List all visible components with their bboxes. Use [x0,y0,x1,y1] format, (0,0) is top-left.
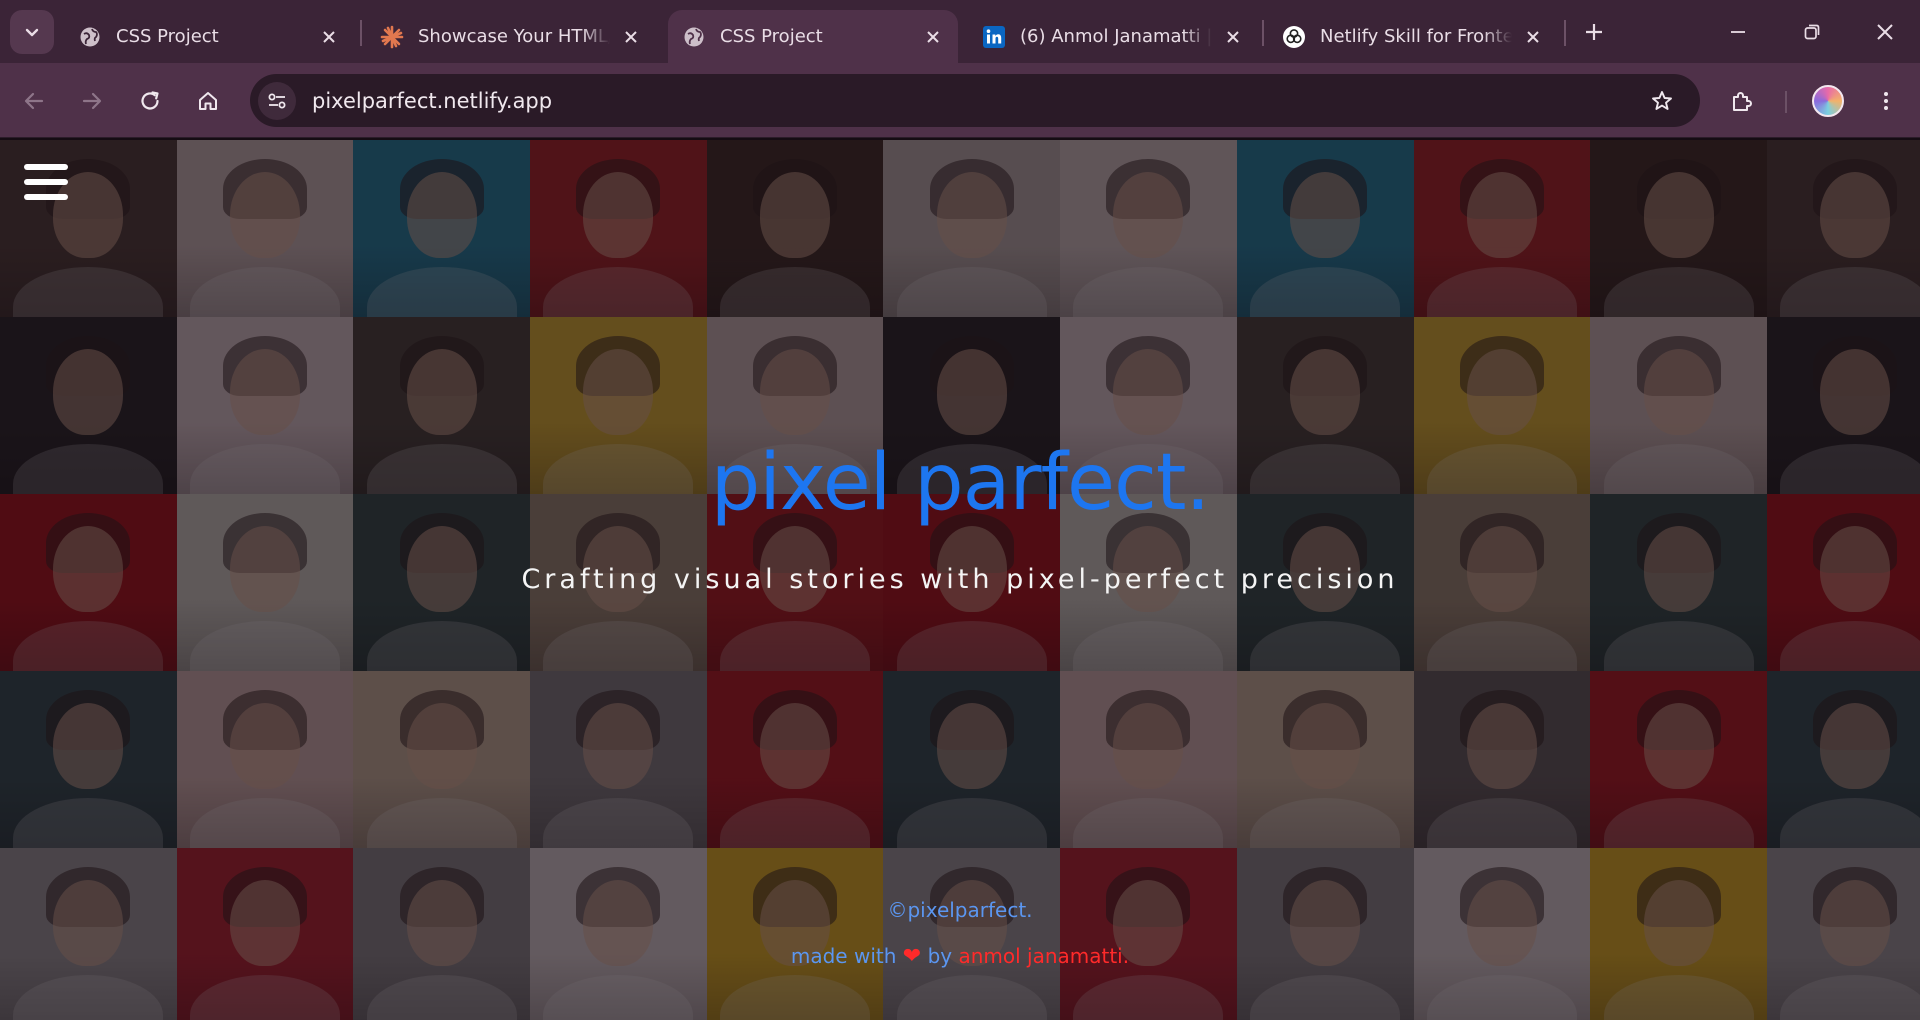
close-icon [1877,24,1893,40]
restore-icon [1804,24,1820,40]
back-button[interactable] [12,79,56,123]
footer-author-link[interactable]: anmol janamatti. [958,944,1129,968]
tab-separator [360,20,362,46]
more-vert-icon [1884,92,1888,110]
forward-button[interactable] [70,79,114,123]
new-tab-button[interactable] [1574,12,1614,52]
extensions-button[interactable] [1720,79,1764,123]
tab-showcase[interactable]: Showcase Your HTML/CSS [366,10,656,63]
close-tab-icon[interactable] [1222,26,1244,48]
tab-search-button[interactable] [10,10,54,54]
reload-icon [141,91,159,110]
tab-netlify-skill[interactable]: Netlify Skill for Frontend [1268,10,1558,63]
claude-icon [380,25,404,49]
puzzle-icon [1733,92,1752,111]
url-text[interactable]: pixelparfect.netlify.app [312,89,552,113]
home-button[interactable] [186,79,230,123]
openai-icon [1282,25,1306,49]
browser-menu-button[interactable] [1864,79,1908,123]
tune-icon [268,93,286,108]
arrow-left-icon [24,92,44,110]
tab-css-project-1[interactable]: CSS Project [64,10,354,63]
close-tab-icon[interactable] [922,26,944,48]
tab-title: Showcase Your HTML/CSS [418,26,610,47]
profile-button[interactable] [1806,79,1850,123]
tab-title: (6) Anmol Janamatti | LinkedIn [1020,26,1212,47]
browser-toolbar: pixelparfect.netlify.app [0,63,1920,138]
restore-button[interactable] [1790,10,1834,54]
reload-button[interactable] [128,79,172,123]
tab-title: CSS Project [116,26,219,47]
footer-made-with: made with [790,944,897,968]
avatar [1812,85,1844,117]
chevron-down-icon [25,28,39,37]
plus-icon [1586,24,1602,40]
site-info-button[interactable] [258,81,296,120]
home-icon [199,92,217,110]
tab-title: Netlify Skill for Frontend [1320,26,1512,47]
minimize-icon [1731,31,1745,33]
star-icon [1652,91,1672,110]
tab-strip: CSS Project Showcase Your HTML/CSS CSS P… [0,0,1920,63]
address-bar[interactable]: pixelparfect.netlify.app [250,74,1700,127]
tab-linkedin[interactable]: (6) Anmol Janamatti | LinkedIn [968,10,1258,63]
hamburger-menu-button[interactable] [24,163,68,201]
tab-css-project-active[interactable]: CSS Project [668,10,958,63]
page-viewport: pixel parfect. Crafting visual stories w… [0,138,1920,1020]
close-tab-icon[interactable] [1522,26,1544,48]
footer-by: by [927,944,953,968]
heart-icon: ❤ [902,944,922,969]
close-window-button[interactable] [1863,10,1907,54]
bookmark-button[interactable] [1642,81,1682,121]
close-tab-icon[interactable] [620,26,642,48]
globe-icon [682,25,706,49]
minimize-button[interactable] [1716,10,1760,54]
tab-separator [1564,20,1566,46]
hamburger-bar [24,179,68,185]
linkedin-icon [982,25,1006,49]
globe-icon [78,25,102,49]
page-subtitle: Crafting visual stories with pixel-perfe… [521,564,1399,595]
tab-separator [1262,20,1264,46]
toolbar-divider [1785,91,1787,113]
footer-credits: made with ❤ by anmol janamatti. [0,944,1920,969]
hamburger-bar [24,164,68,170]
hamburger-bar [24,194,68,200]
close-tab-icon[interactable] [318,26,340,48]
arrow-right-icon [82,92,102,110]
page-title: pixel parfect. [710,438,1210,528]
tab-title: CSS Project [720,26,823,47]
footer-copyright: ©pixelparfect. [887,898,1033,922]
